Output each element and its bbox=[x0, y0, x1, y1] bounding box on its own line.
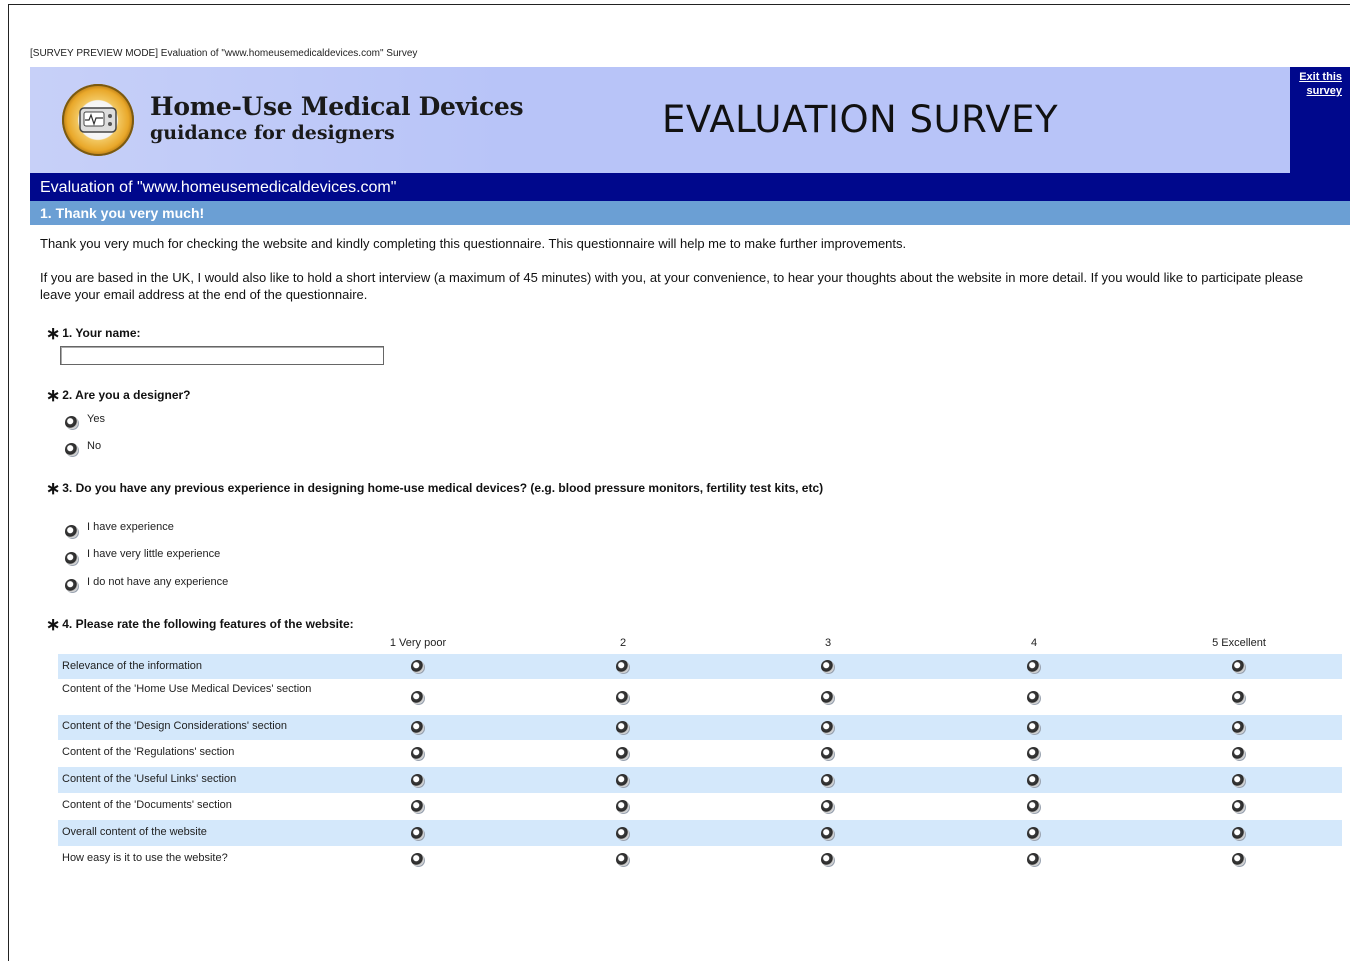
rating-radio[interactable] bbox=[1027, 721, 1040, 734]
question-2-title: ∗ 2. Are you a designer? bbox=[46, 386, 191, 406]
rating-row-label: How easy is it to use the website? bbox=[62, 852, 228, 864]
rating-radio[interactable] bbox=[1027, 691, 1040, 704]
rating-radio[interactable] bbox=[616, 774, 629, 787]
exit-column: Exit this survey bbox=[1290, 67, 1350, 173]
rating-radio[interactable] bbox=[821, 747, 834, 760]
question-1-text: 1. Your name: bbox=[62, 326, 141, 340]
required-star-icon: ∗ bbox=[46, 479, 61, 498]
rating-radio[interactable] bbox=[821, 721, 834, 734]
rating-radio[interactable] bbox=[411, 774, 424, 787]
medical-device-logo-icon bbox=[62, 84, 134, 156]
rating-row: How easy is it to use the website? bbox=[58, 846, 1342, 873]
rating-radio[interactable] bbox=[616, 800, 629, 813]
question-4-title: ∗ 4. Please rate the following features o… bbox=[46, 615, 354, 635]
rating-radio[interactable] bbox=[1232, 721, 1245, 734]
rating-row: Content of the 'Design Considerations' s… bbox=[58, 715, 1342, 740]
rating-row-label: Relevance of the information bbox=[62, 660, 203, 672]
rating-radio[interactable] bbox=[1232, 774, 1245, 787]
rating-row-label: Overall content of the website bbox=[62, 826, 207, 838]
rating-row: Content of the 'Documents' section bbox=[58, 793, 1342, 820]
rating-row-label: Content of the 'Design Considerations' s… bbox=[62, 720, 287, 732]
rating-row-label: Content of the 'Home Use Medical Devices… bbox=[62, 683, 312, 695]
rating-radio[interactable] bbox=[616, 853, 629, 866]
rating-radio[interactable] bbox=[821, 853, 834, 866]
rating-column-header: 4 bbox=[1030, 637, 1038, 649]
rating-radio[interactable] bbox=[1232, 660, 1245, 673]
rating-radio[interactable] bbox=[411, 660, 424, 673]
rating-radio[interactable] bbox=[616, 827, 629, 840]
rating-radio[interactable] bbox=[1232, 853, 1245, 866]
survey-title-bar: Evaluation of "www.homeusemedicaldevices… bbox=[30, 173, 1350, 201]
rating-column-header: 1 Very poor bbox=[389, 637, 447, 649]
rating-radio[interactable] bbox=[1027, 660, 1040, 673]
rating-radio[interactable] bbox=[411, 747, 424, 760]
exit-survey-link[interactable]: Exit this survey bbox=[1290, 70, 1342, 98]
question-3-title: ∗ 3. Do you have any previous experience … bbox=[46, 479, 823, 499]
rating-row-label: Content of the 'Regulations' section bbox=[62, 746, 235, 758]
rating-radio[interactable] bbox=[616, 691, 629, 704]
rating-radio[interactable] bbox=[1232, 747, 1245, 760]
required-star-icon: ∗ bbox=[46, 615, 61, 634]
experience-none-radio[interactable] bbox=[65, 579, 78, 592]
rating-radio[interactable] bbox=[821, 827, 834, 840]
experience-yes-label: I have experience bbox=[87, 521, 174, 533]
designer-no-label: No bbox=[87, 440, 102, 452]
rating-radio[interactable] bbox=[1232, 691, 1245, 704]
logo-subtitle: guidance for designers bbox=[150, 122, 395, 144]
rating-column-header: 5 Excellent bbox=[1212, 637, 1266, 649]
designer-yes-radio[interactable] bbox=[65, 416, 78, 429]
logo-title: Home-Use Medical Devices bbox=[150, 92, 524, 121]
rating-radio[interactable] bbox=[1027, 827, 1040, 840]
rating-radio[interactable] bbox=[616, 721, 629, 734]
rating-radio[interactable] bbox=[411, 691, 424, 704]
name-input[interactable] bbox=[60, 346, 384, 365]
required-star-icon: ∗ bbox=[46, 386, 61, 405]
rating-row: Content of the 'Regulations' section bbox=[58, 740, 1342, 767]
rating-radio[interactable] bbox=[411, 721, 424, 734]
rating-row: Content of the 'Home Use Medical Devices… bbox=[58, 679, 1342, 715]
experience-yes-radio[interactable] bbox=[65, 525, 78, 538]
question-2-text: 2. Are you a designer? bbox=[62, 388, 191, 402]
rating-radio[interactable] bbox=[1027, 774, 1040, 787]
survey-heading: EVALUATION SURVEY bbox=[662, 98, 1059, 141]
rating-radio[interactable] bbox=[1027, 853, 1040, 866]
intro-paragraph-1: Thank you very much for checking the web… bbox=[40, 236, 907, 251]
designer-yes-label: Yes bbox=[87, 413, 105, 425]
rating-radio[interactable] bbox=[411, 853, 424, 866]
experience-none-label: I do not have any experience bbox=[87, 576, 229, 588]
rating-radio[interactable] bbox=[821, 774, 834, 787]
rating-radio[interactable] bbox=[411, 800, 424, 813]
experience-little-label: I have very little experience bbox=[87, 548, 221, 560]
required-star-icon: ∗ bbox=[46, 324, 61, 343]
rating-radio[interactable] bbox=[1027, 747, 1040, 760]
rating-row-label: Content of the 'Documents' section bbox=[62, 799, 232, 811]
rating-row-label: Content of the 'Useful Links' section bbox=[62, 773, 237, 785]
rating-radio[interactable] bbox=[616, 660, 629, 673]
page-title-bar: 1. Thank you very much! bbox=[30, 201, 1350, 225]
rating-radio[interactable] bbox=[616, 747, 629, 760]
rating-radio[interactable] bbox=[411, 827, 424, 840]
rating-radio[interactable] bbox=[821, 660, 834, 673]
rating-radio[interactable] bbox=[1027, 800, 1040, 813]
rating-radio[interactable] bbox=[1232, 827, 1245, 840]
experience-little-radio[interactable] bbox=[65, 552, 78, 565]
rating-row: Content of the 'Useful Links' section bbox=[58, 767, 1342, 793]
rating-radio[interactable] bbox=[1232, 800, 1245, 813]
rating-row: Relevance of the information bbox=[58, 654, 1342, 679]
question-4-text: 4. Please rate the following features of… bbox=[62, 617, 354, 631]
rating-radio[interactable] bbox=[821, 691, 834, 704]
rating-radio[interactable] bbox=[821, 800, 834, 813]
rating-column-header: 2 bbox=[619, 637, 627, 649]
designer-no-radio[interactable] bbox=[65, 443, 78, 456]
intro-paragraph-2: If you are based in the UK, I would also… bbox=[40, 270, 1304, 302]
rating-column-header: 3 bbox=[824, 637, 832, 649]
question-3-text: 3. Do you have any previous experience i… bbox=[62, 481, 824, 495]
preview-mode-label: [SURVEY PREVIEW MODE] Evaluation of "www… bbox=[30, 48, 418, 59]
question-1-title: ∗ 1. Your name: bbox=[46, 324, 141, 344]
rating-row: Overall content of the website bbox=[58, 820, 1342, 846]
